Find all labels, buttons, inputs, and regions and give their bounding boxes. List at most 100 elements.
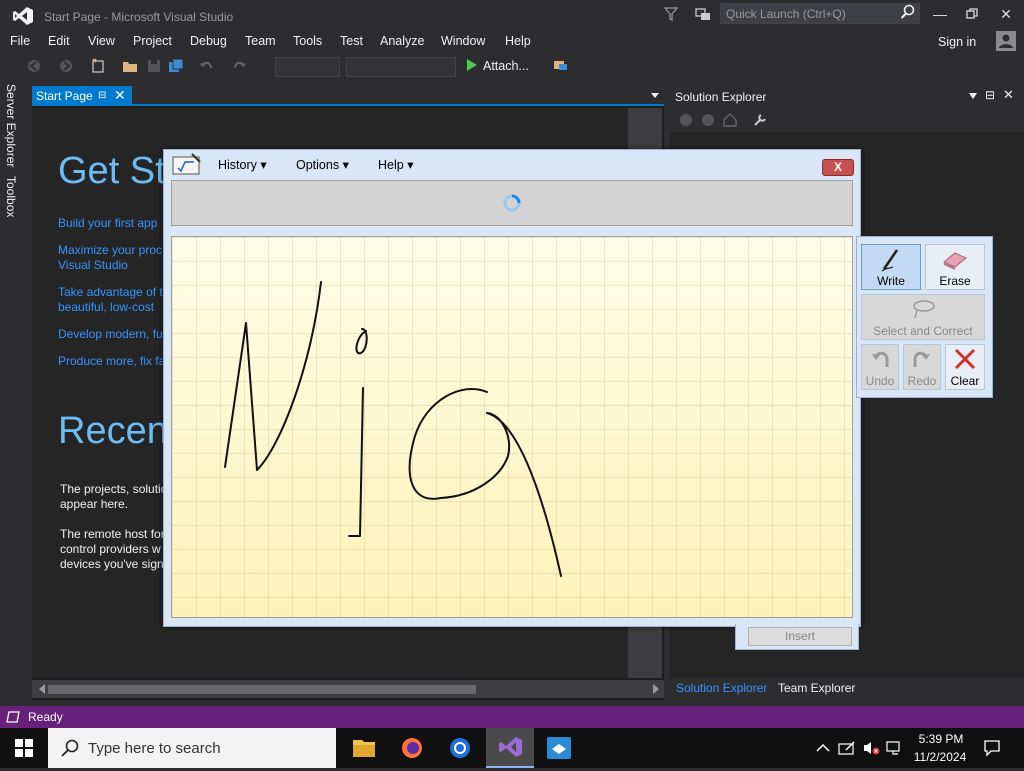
feedback-icon[interactable] — [694, 6, 712, 22]
save-icon[interactable] — [146, 58, 162, 74]
write-button[interactable]: Write — [861, 244, 921, 290]
close-icon[interactable]: ✕ — [1003, 87, 1014, 103]
status-icon — [6, 711, 20, 723]
write-label: Write — [877, 274, 905, 288]
tab-team-explorer[interactable]: Team Explorer — [778, 681, 855, 695]
tab-close-icon[interactable]: ✕ — [114, 87, 126, 104]
menu-history-label: History — [218, 158, 257, 172]
menu-test[interactable]: Test — [340, 34, 363, 48]
minimize-icon[interactable]: — — [928, 4, 952, 24]
app-taskbar-button[interactable] — [535, 728, 583, 768]
taskbar-search-placeholder: Type here to search — [88, 740, 221, 757]
status-text: Ready — [28, 710, 63, 724]
find-in-files-icon[interactable] — [553, 58, 569, 74]
menu-edit[interactable]: Edit — [48, 34, 70, 48]
start-link-advantage[interactable]: Take advantage of th — [58, 285, 169, 299]
network-icon[interactable] — [886, 740, 904, 756]
side-tab-strip: Server Explorer Toolbox — [0, 80, 26, 700]
back-icon[interactable] — [26, 58, 42, 74]
menu-options[interactable]: Options ▾ — [296, 157, 349, 172]
account-icon[interactable] — [996, 31, 1016, 51]
menu-help-mip-label: Help — [378, 158, 404, 172]
new-project-icon[interactable] — [90, 58, 106, 74]
undo-icon[interactable] — [198, 58, 214, 74]
pin-icon[interactable]: ⊟ — [98, 90, 106, 101]
close-icon[interactable]: ✕ — [994, 4, 1018, 24]
start-link-maximize-2[interactable]: Visual Studio — [58, 258, 128, 272]
menu-tools[interactable]: Tools — [293, 34, 322, 48]
erase-button[interactable]: Erase — [925, 244, 985, 290]
notifications-icon[interactable] — [983, 739, 1001, 757]
chevron-up-icon[interactable] — [816, 742, 830, 754]
volume-muted-icon[interactable] — [862, 740, 880, 756]
select-and-correct-label: Select and Correct — [873, 324, 973, 338]
start-link-build[interactable]: Build your first app — [58, 216, 157, 230]
start-debug-icon[interactable] — [466, 58, 478, 72]
clear-button[interactable]: Clear — [945, 344, 985, 390]
clock-time[interactable]: 5:39 PM — [916, 732, 966, 746]
chevron-down-icon[interactable] — [650, 90, 660, 100]
start-link-produce[interactable]: Produce more, fix fa — [58, 354, 165, 368]
start-link-advantage-2[interactable]: beautiful, low-cost — [58, 300, 154, 314]
home-icon[interactable] — [722, 112, 738, 128]
tab-solution-explorer[interactable]: Solution Explorer — [676, 681, 767, 695]
solution-configuration-select[interactable] — [275, 57, 340, 77]
visual-studio-taskbar-button[interactable] — [486, 728, 534, 768]
clear-x-icon — [954, 348, 976, 370]
scroll-right-icon[interactable] — [652, 684, 660, 694]
insert-button[interactable]: Insert — [748, 627, 852, 646]
back-icon[interactable] — [678, 112, 694, 128]
menu-history[interactable]: History ▾ — [218, 157, 267, 172]
pin-icon[interactable]: ⊟ — [985, 88, 995, 102]
redo-icon[interactable] — [232, 58, 248, 74]
undo-button[interactable]: Undo — [861, 344, 899, 390]
forward-icon[interactable] — [700, 112, 716, 128]
open-file-icon[interactable] — [122, 58, 138, 74]
scrollbar-thumb[interactable] — [48, 685, 476, 694]
menu-project[interactable]: Project — [133, 34, 172, 48]
search-icon[interactable] — [900, 4, 916, 20]
firefox-taskbar-button[interactable] — [388, 728, 436, 768]
properties-wrench-icon[interactable] — [752, 112, 768, 128]
eraser-icon — [943, 252, 967, 270]
scroll-left-icon[interactable] — [38, 684, 46, 694]
menu-help[interactable]: Help — [505, 34, 531, 48]
tab-label: Start Page — [36, 89, 93, 103]
save-all-icon[interactable] — [168, 58, 184, 74]
select-and-correct-button[interactable]: Select and Correct — [861, 294, 985, 340]
quick-launch-input[interactable]: Quick Launch (Ctrl+Q) — [720, 3, 920, 24]
menu-debug[interactable]: Debug — [190, 34, 227, 48]
browser-taskbar-button[interactable] — [436, 728, 484, 768]
file-explorer-taskbar-button[interactable] — [340, 728, 388, 768]
server-explorer-tab[interactable]: Server Explorer — [4, 84, 18, 167]
status-bar — [0, 706, 1024, 728]
menu-file[interactable]: File — [10, 34, 30, 48]
sign-in-link[interactable]: Sign in — [938, 35, 976, 49]
menu-options-label: Options — [296, 158, 340, 172]
menu-window[interactable]: Window — [441, 34, 485, 48]
notifications-filter-icon[interactable] — [663, 6, 679, 22]
attach-button[interactable]: Attach... — [483, 59, 529, 73]
windows-start-icon[interactable] — [14, 738, 34, 758]
clock-date[interactable]: 11/2/2024 — [910, 750, 970, 764]
menu-view[interactable]: View — [88, 34, 115, 48]
menu-bar: File Edit View Project Debug Team Tools … — [0, 32, 1024, 52]
forward-icon[interactable] — [58, 58, 74, 74]
toolbox-tab[interactable]: Toolbox — [4, 176, 18, 217]
menu-analyze[interactable]: Analyze — [380, 34, 424, 48]
redo-icon — [913, 351, 930, 367]
recent-text-5: devices you've sign — [60, 557, 164, 571]
menu-help-mip[interactable]: Help ▾ — [378, 157, 413, 172]
menu-team[interactable]: Team — [245, 34, 276, 48]
solution-platform-select[interactable] — [346, 57, 456, 77]
start-link-develop[interactable]: Develop modern, fu — [58, 327, 163, 341]
start-link-maximize[interactable]: Maximize your proc — [58, 243, 162, 257]
pen-tray-icon[interactable] — [838, 740, 856, 756]
clear-label: Clear — [950, 374, 980, 388]
solution-explorer-title: Solution Explorer — [675, 90, 767, 104]
redo-button[interactable]: Redo — [903, 344, 941, 390]
loading-spinner-icon — [503, 194, 521, 212]
math-input-close-button[interactable]: X — [822, 159, 854, 176]
chevron-down-icon[interactable] — [968, 92, 978, 100]
restore-icon[interactable] — [960, 4, 984, 24]
